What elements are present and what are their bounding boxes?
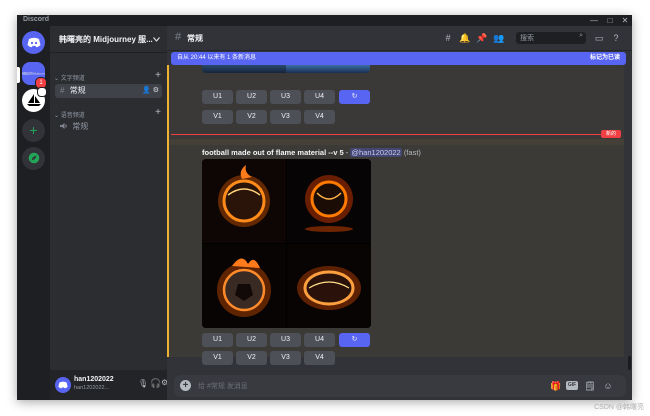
upscale-button-1[interactable]: U1 [202,333,233,347]
home-button[interactable] [22,31,45,54]
upscale-button-2[interactable]: U2 [236,333,267,347]
search-placeholder: 搜索 [520,35,534,42]
minimize-button[interactable]: — [587,15,601,26]
category-text-channels[interactable]: ⌄ 文字频道 [54,73,85,82]
chat-area: # 常规 # 🔔 📌 👥 搜索 ⌕ ▭ ? 自从 20:44 以来有 1 条新消… [167,26,632,400]
user-mention[interactable]: @han1202022 [350,148,402,157]
help-icon[interactable]: ? [610,32,622,44]
category-label: 文字频道 [60,76,85,82]
hash-icon: # [60,86,65,95]
server-header[interactable]: 韩曙亮的 Midjourney 服... [50,26,167,53]
notification-bell-icon[interactable]: 🔔 [459,32,471,44]
reroll-button[interactable]: ↻ [339,90,370,104]
discord-window: Discord — □ ✕ 韩曙亮的Midjourney服务器 1 + [17,15,632,400]
discord-logo-icon [27,37,40,48]
upscale-button-4[interactable]: U4 [304,90,335,104]
variation-button-4[interactable]: V4 [304,351,335,365]
gear-icon[interactable]: ⚙ [153,84,159,98]
search-icon: ⌕ [579,32,583,39]
reroll-button[interactable]: ↻ [339,333,370,347]
speaker-icon [60,123,67,129]
variation-button-3[interactable]: V3 [270,351,301,365]
new-messages-text: 自从 20:44 以来有 1 条新消息 [177,55,257,61]
gift-icon[interactable]: 🎁 [550,380,562,392]
app-brand: Discord [23,16,50,23]
football-flame-image-2 [287,159,371,243]
channel-item-general[interactable]: # 常规 👤 ⚙ [55,84,162,98]
generated-image-grid[interactable] [202,159,371,328]
watermark: CSDN @韩曙亮 [594,404,644,411]
explore-servers-button[interactable] [22,147,45,170]
add-server-button[interactable]: + [22,119,45,142]
microphone-icon[interactable]: 🎙 [138,379,148,388]
server-status-dot [37,87,47,97]
create-voice-channel-button[interactable]: + [155,108,161,118]
hash-icon: # [175,31,182,43]
refresh-icon: ↻ [351,336,358,343]
channel-sidebar: 韩曙亮的 Midjourney 服... ⌄ 文字频道 + # 常规 👤 ⚙ ⌄… [50,26,168,400]
upscale-button-1[interactable]: U1 [202,90,233,104]
upscale-button-3[interactable]: U3 [270,90,301,104]
threads-icon[interactable]: # [442,32,454,44]
message-composer[interactable]: + 给 #常规 发消息 🎁 GIF 🗒 ☺ [174,375,626,397]
server-name: 韩曙亮的 Midjourney 服... [59,35,153,44]
title-bar: Discord — □ ✕ [17,15,632,26]
football-flame-image-3 [202,244,286,328]
speed-label: (fast) [403,148,421,157]
upscale-button-4[interactable]: U4 [304,333,335,347]
channel-name: 常规 [69,86,86,95]
new-badge: 新的 [601,130,621,138]
inbox-icon[interactable]: ▭ [593,32,605,44]
variation-button-4[interactable]: V4 [304,110,335,124]
new-messages-divider [171,134,601,135]
variation-button-3[interactable]: V3 [270,110,301,124]
refresh-icon: ↻ [351,93,358,100]
add-member-icon[interactable]: 👤 [142,84,151,98]
category-label: 语音频道 [60,113,85,119]
compass-icon [28,152,39,164]
attach-plus-icon[interactable]: + [180,380,191,391]
football-flame-image-4 [287,244,371,328]
voice-channel-item-general[interactable]: 常规 [55,120,162,134]
upscale-button-2[interactable]: U2 [236,90,267,104]
message-input-placeholder: 给 #常规 发消息 [198,383,248,390]
upscale-button-3[interactable]: U3 [270,333,301,347]
channel-header: # 常规 # 🔔 📌 👥 搜索 ⌕ ▭ ? [167,26,632,51]
new-messages-bar[interactable]: 自从 20:44 以来有 1 条新消息 标记为已读 [171,52,626,65]
maximize-button[interactable]: □ [603,15,617,26]
variation-button-2[interactable]: V2 [236,351,267,365]
avatar[interactable] [55,377,71,393]
category-voice-channels[interactable]: ⌄ 语音频道 [54,110,85,119]
plus-icon: + [29,122,38,138]
emoji-icon[interactable]: ☺ [602,380,614,392]
server-list: 韩曙亮的Midjourney服务器 1 + [17,26,50,400]
message-content: football made out of flame material --v … [202,148,421,157]
previous-image-grid[interactable] [202,65,370,73]
active-server-pill [17,67,20,83]
gif-button[interactable]: GIF [566,381,578,390]
previous-message-highlight [169,65,624,145]
headphones-icon[interactable]: 🎧 [150,378,161,389]
mark-as-read-button[interactable]: 标记为已读 [590,52,620,65]
sticker-icon[interactable]: 🗒 [584,380,596,392]
search-input[interactable]: 搜索 ⌕ [516,32,586,44]
chevron-down-icon [153,37,160,42]
member-list-icon[interactable]: 👥 [493,32,505,44]
prompt-text: football made out of flame material --v … [202,148,344,157]
variation-button-2[interactable]: V2 [236,110,267,124]
channel-title: 常规 [187,34,203,43]
variation-button-1[interactable]: V1 [202,351,233,365]
user-tag: han1202022... [74,385,110,391]
channel-name: 常规 [72,122,89,131]
close-button[interactable]: ✕ [618,15,632,26]
scrollbar-thumb[interactable] [628,356,631,370]
user-panel: han1202022 han1202022... 🎙 🎧 ⚙ [50,370,168,400]
pin-icon[interactable]: 📌 [476,32,488,44]
username: han1202022 [74,376,114,383]
variation-button-1[interactable]: V1 [202,110,233,124]
create-text-channel-button[interactable]: + [155,71,161,81]
discord-logo-icon [58,381,68,389]
football-flame-image-1 [202,159,286,243]
